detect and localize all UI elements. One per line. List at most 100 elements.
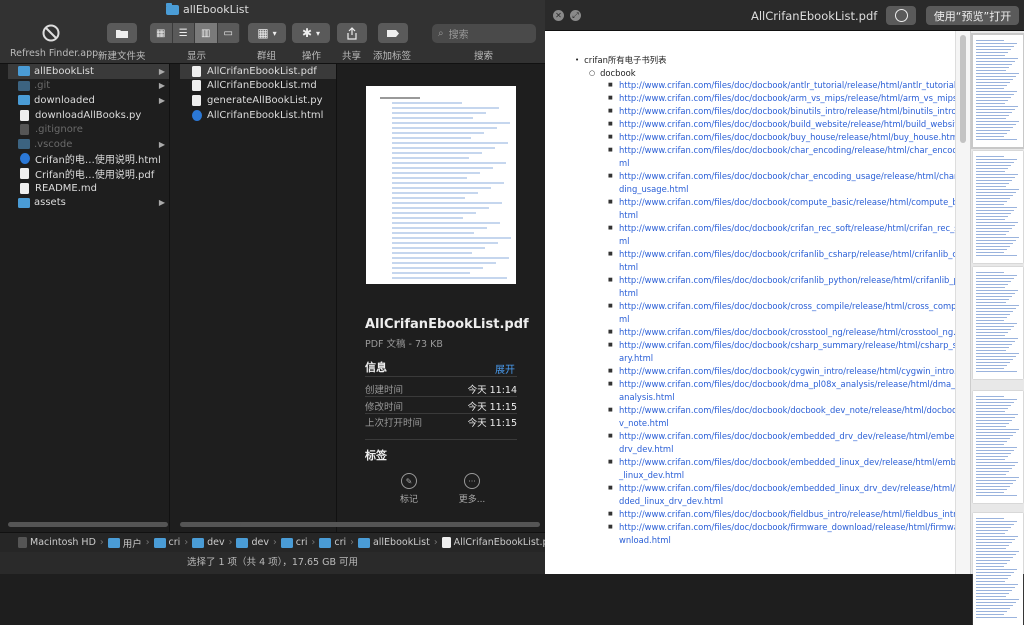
path-segment[interactable]: dev xyxy=(236,537,269,548)
path-segment[interactable]: cri xyxy=(153,537,180,548)
thumbnail-line xyxy=(976,231,1009,232)
open-with-preview-button[interactable]: 使用“预览”打开 xyxy=(926,6,1019,25)
url-link[interactable]: http://www.crifan.com/files/doc/docbook/… xyxy=(575,521,955,547)
thumbnail-line xyxy=(976,581,1005,582)
page-thumbnail[interactable] xyxy=(973,267,1023,379)
markup-button[interactable] xyxy=(886,6,916,25)
thumbnail-line xyxy=(392,207,489,209)
group-label: 群组 xyxy=(257,51,277,62)
column-view-icon[interactable]: ▥ xyxy=(195,23,218,43)
file-item[interactable]: README.md xyxy=(8,181,169,196)
file-item[interactable]: .gitignore xyxy=(8,122,169,137)
pdf-thumbnail[interactable] xyxy=(366,86,516,284)
tag-button[interactable] xyxy=(378,23,408,43)
url-link[interactable]: http://www.crifan.com/files/doc/docbook/… xyxy=(575,170,955,196)
url-link[interactable]: http://www.crifan.com/files/doc/docbook/… xyxy=(575,300,955,326)
url-link[interactable]: http://www.crifan.com/files/doc/docbook/… xyxy=(575,79,955,92)
column-root[interactable]: allEbookList ▶ .git ▶ downloaded ▶ downloadAll… xyxy=(8,64,170,532)
thumbnail-line xyxy=(976,180,1012,181)
url-link[interactable]: http://www.crifan.com/files/doc/docbook/… xyxy=(575,92,955,105)
url-link[interactable]: http://www.crifan.com/files/doc/docbook/… xyxy=(575,365,955,378)
file-item[interactable]: Crifan的电…使用说明.html xyxy=(8,152,169,167)
vertical-scrollbar[interactable] xyxy=(955,31,970,574)
thumbnail-line xyxy=(976,246,1010,247)
url-link[interactable]: http://www.crifan.com/files/doc/docbook/… xyxy=(575,482,955,508)
thumbnail-line xyxy=(976,353,1019,354)
file-item[interactable]: AllCrifanEbookList.html xyxy=(180,108,336,123)
gallery-view-icon[interactable]: ▭ xyxy=(218,23,240,43)
horizontal-scrollbar[interactable] xyxy=(8,522,168,527)
thumbnail-line xyxy=(976,447,1017,448)
folder-icon xyxy=(441,537,451,548)
path-segment[interactable]: Macintosh HD xyxy=(18,537,96,548)
share-button[interactable] xyxy=(337,23,367,43)
path-segment[interactable]: 用户 xyxy=(107,536,142,550)
thumbnail-line xyxy=(976,308,1016,309)
page-thumbnail[interactable] xyxy=(973,513,1023,625)
url-link[interactable]: http://www.crifan.com/files/doc/docbook/… xyxy=(575,456,955,482)
separator-icon: › xyxy=(184,537,189,548)
search-icon: ⌕ xyxy=(438,28,444,39)
refresh-button[interactable] xyxy=(38,23,64,43)
action-button[interactable]: ✱ ▾ xyxy=(292,23,330,43)
refresh-label: Refresh Finder.app xyxy=(10,48,99,59)
column-allebooklist[interactable]: AllCrifanEbookList.pdf AllCrifanEbookList… xyxy=(180,64,337,532)
file-item[interactable]: AllCrifanEbookList.pdf xyxy=(180,64,336,79)
file-item[interactable]: generateAllBookList.py xyxy=(180,93,336,108)
page-thumbnail[interactable] xyxy=(971,33,1024,149)
horizontal-scrollbar[interactable] xyxy=(240,522,540,527)
url-link[interactable]: http://www.crifan.com/files/doc/docbook/… xyxy=(575,508,955,521)
file-item[interactable]: assets ▶ xyxy=(8,195,169,210)
fullscreen-button[interactable]: ⤢ xyxy=(570,10,581,21)
thumbnail-line xyxy=(976,347,1009,348)
scroll-thumb[interactable] xyxy=(960,35,966,143)
expand-link[interactable]: 展开 xyxy=(495,361,515,376)
thumbnail-line xyxy=(976,240,1016,241)
thumbnail-line xyxy=(976,429,1019,430)
file-name: Crifan的电…使用说明.html xyxy=(35,155,161,167)
url-link[interactable]: http://www.crifan.com/files/doc/docbook/… xyxy=(575,274,955,300)
file-item[interactable]: allEbookList ▶ xyxy=(8,64,169,79)
url-link[interactable]: http://www.crifan.com/files/doc/docbook/… xyxy=(575,196,955,222)
more-button[interactable]: ··· 更多... xyxy=(452,473,492,505)
thumbnail-line xyxy=(976,213,1011,214)
file-item[interactable]: .vscode ▶ xyxy=(8,137,169,152)
icon-view-icon[interactable]: ▦ xyxy=(150,23,173,43)
file-item[interactable]: downloadAllBooks.py xyxy=(8,108,169,123)
close-button[interactable]: ✕ xyxy=(553,10,564,21)
path-segment[interactable]: cri xyxy=(280,537,308,548)
tag-icon xyxy=(387,29,399,37)
thumbnail-line xyxy=(392,132,484,134)
path-segment[interactable]: AllCrifanEbookList.pdf xyxy=(441,537,545,548)
file-item[interactable]: AllCrifanEbookList.md xyxy=(180,79,336,94)
page-thumbnail[interactable] xyxy=(973,391,1023,503)
thumbnail-line xyxy=(976,539,1015,540)
thumbnail-line xyxy=(392,232,474,234)
file-item[interactable]: .git ▶ xyxy=(8,79,169,94)
path-segment[interactable]: cri xyxy=(319,537,346,548)
path-segment[interactable]: allEbookList xyxy=(357,537,430,548)
search-field[interactable]: ⌕ 搜索 xyxy=(432,24,536,43)
url-link[interactable]: http://www.crifan.com/files/doc/docbook/… xyxy=(575,378,955,404)
url-link[interactable]: http://www.crifan.com/files/doc/docbook/… xyxy=(575,222,955,248)
path-segment[interactable]: dev xyxy=(192,537,225,548)
url-link[interactable]: http://www.crifan.com/files/doc/docbook/… xyxy=(575,131,955,144)
close-icon: ✕ xyxy=(555,11,562,20)
url-link[interactable]: http://www.crifan.com/files/doc/docbook/… xyxy=(575,339,955,365)
list-view-icon[interactable]: ☰ xyxy=(173,23,195,43)
url-link[interactable]: http://www.crifan.com/files/doc/docbook/… xyxy=(575,404,955,430)
group-button[interactable]: ▦ ▾ xyxy=(248,23,286,43)
url-link[interactable]: http://www.crifan.com/files/doc/docbook/… xyxy=(575,248,955,274)
page-thumbnail[interactable] xyxy=(973,151,1023,263)
url-link[interactable]: http://www.crifan.com/files/doc/docbook/… xyxy=(575,118,955,131)
url-link[interactable]: http://www.crifan.com/files/doc/docbook/… xyxy=(575,105,955,118)
new-folder-button[interactable] xyxy=(107,23,137,43)
file-item[interactable]: Crifan的电…使用说明.pdf xyxy=(8,166,169,181)
url-link[interactable]: http://www.crifan.com/files/doc/docbook/… xyxy=(575,326,955,339)
thumbnail-line xyxy=(392,187,491,189)
url-link[interactable]: http://www.crifan.com/files/doc/docbook/… xyxy=(575,430,955,456)
url-link[interactable]: http://www.crifan.com/files/doc/docbook/… xyxy=(575,144,955,170)
file-item[interactable]: downloaded ▶ xyxy=(8,93,169,108)
markup-button[interactable]: ✎ 标记 xyxy=(389,473,429,505)
view-mode-control[interactable]: ▦ ☰ ▥ ▭ xyxy=(150,23,240,43)
